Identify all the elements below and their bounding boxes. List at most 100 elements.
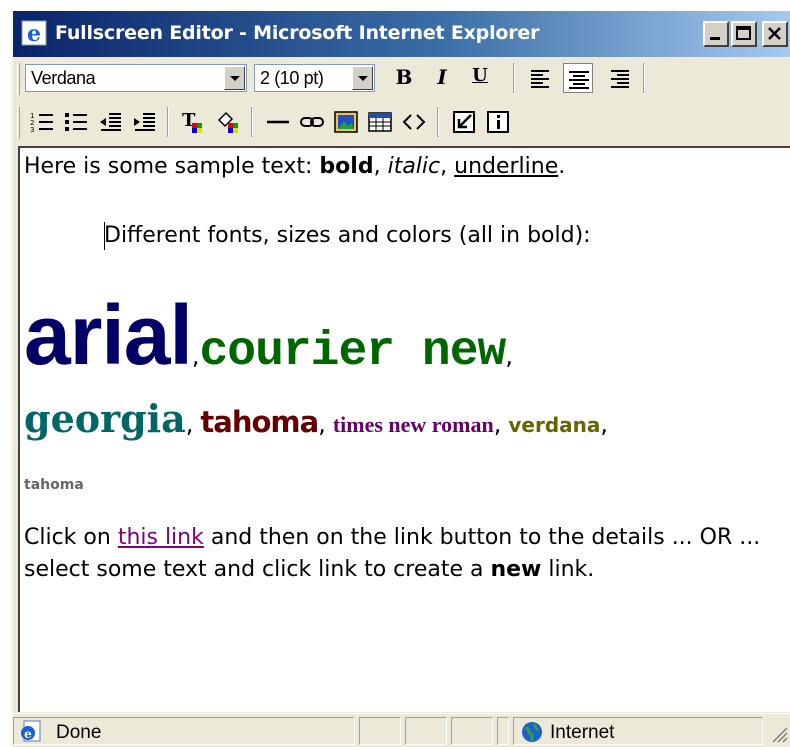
editor-content-area[interactable]: Here is some sample text: bold, italic, … [18,146,790,712]
toolbar-grip[interactable] [17,63,20,95]
indent-button[interactable] [129,107,159,137]
toolbar-separator [437,107,439,137]
minimize-icon [710,37,720,40]
security-zone-pane: Internet [513,717,763,745]
code-icon [402,114,426,130]
sample-bold-text: bold [319,154,374,179]
maximize-icon [736,26,751,40]
paragraph-text: link. [541,557,595,582]
ordered-list-icon: 123 [30,112,53,134]
toolbar-separator [167,107,169,137]
svg-text:e: e [27,21,41,46]
text-period: . [558,154,566,179]
insert-table-button[interactable] [365,107,395,137]
align-right-icon [611,70,629,88]
html-source-button[interactable] [399,107,429,137]
status-pane [451,717,493,745]
bold-button[interactable]: B [389,63,419,93]
status-pane [497,717,509,745]
outdent-icon [100,113,121,131]
font-name-value: Verdana [31,68,96,88]
align-center-button[interactable] [563,63,593,93]
font-sample-times-new-roman: times new roman [332,412,494,437]
text-separator: , [440,154,455,179]
about-button[interactable] [483,107,513,137]
font-name-select[interactable]: Verdana [25,64,247,92]
bold-icon: B [395,65,413,89]
formatting-toolbar: Verdana 2 (10 pt) B I U [13,57,790,99]
align-right-button[interactable] [605,63,635,93]
font-sample-courier-new: courier new [199,325,506,379]
ordered-list-button[interactable]: 123 [27,107,57,137]
toolbar-separator [251,107,253,137]
text-color-icon: T [182,110,202,133]
sample-italic-text: italic [387,154,441,179]
title-bar: e Fullscreen Editor - Microsoft Internet… [13,11,790,57]
globe-icon [520,720,544,747]
svg-text:3: 3 [30,126,34,134]
comma: , [505,342,513,370]
comma: , [185,410,194,438]
sample-underline-text: underline [454,154,559,179]
table-icon [368,112,392,132]
status-bar: e Done Internet [13,713,790,747]
fullscreen-icon [453,111,475,133]
browser-window: e Fullscreen Editor - Microsoft Internet… [11,11,790,747]
font-size-value: 2 (10 pt) [260,68,324,88]
comma: , [493,410,502,438]
outdent-button[interactable] [95,107,125,137]
font-size-select[interactable]: 2 (10 pt) [254,64,375,92]
font-sample-tahoma-small: tahoma [24,477,84,493]
maximize-button[interactable] [731,21,757,47]
horizontal-rule-button[interactable] [263,107,293,137]
toolbar-separator [643,63,645,93]
toggle-fullscreen-button[interactable] [449,107,479,137]
sample-link[interactable]: this link [118,525,204,550]
font-sample-verdana: verdana [508,413,601,437]
underline-icon: U [472,65,488,86]
font-samples-line-1: arial,courier new, [24,293,513,377]
horizontal-rule-icon [267,120,289,124]
unordered-list-button[interactable] [61,107,91,137]
status-pane [405,717,447,745]
paint-bucket-icon [217,111,238,133]
paragraph-bold-text: new [490,557,542,582]
status-pane-main: e Done [13,717,355,745]
link-icon [300,117,324,127]
align-left-icon [531,70,549,88]
insert-link-button[interactable] [297,107,327,137]
italic-button[interactable]: I [427,63,457,93]
chevron-down-icon[interactable] [224,66,245,90]
sample-text-prefix: Here is some sample text: [24,154,320,179]
font-samples-line-2: georgia, tahoma, times new roman, verdan… [24,400,608,438]
align-center-icon [569,71,589,89]
image-icon [334,111,358,133]
ie-logo-icon: e [21,20,47,47]
resize-grip-icon[interactable] [769,724,789,747]
insert-image-button[interactable] [331,107,361,137]
svg-text:e: e [24,727,32,741]
link-instructions-paragraph: Click on this link and then on the link … [24,522,784,586]
window-title: Fullscreen Editor - Microsoft Internet E… [55,22,540,44]
align-left-button[interactable] [525,63,555,93]
italic-icon: I [437,65,447,89]
close-icon [768,27,781,40]
sample-text-line: Here is some sample text: bold, italic, … [24,154,565,179]
text-separator: , [373,154,388,179]
minimize-button[interactable] [703,21,729,47]
status-pane [359,717,401,745]
bullet-list-icon [65,113,87,131]
comma: , [600,410,609,438]
comma: , [318,410,326,438]
page-icon: e [18,719,46,747]
chevron-down-icon[interactable] [352,66,373,90]
toolbar-separator [513,63,515,93]
underline-button[interactable]: U [465,63,495,93]
font-sample-tahoma: tahoma [200,405,319,439]
security-zone-text: Internet [550,722,615,743]
close-button[interactable] [762,21,788,47]
text-color-button[interactable]: T [177,107,207,137]
toolbar-grip[interactable] [17,107,20,139]
font-sample-arial: arial [24,288,193,382]
background-color-button[interactable] [213,107,243,137]
